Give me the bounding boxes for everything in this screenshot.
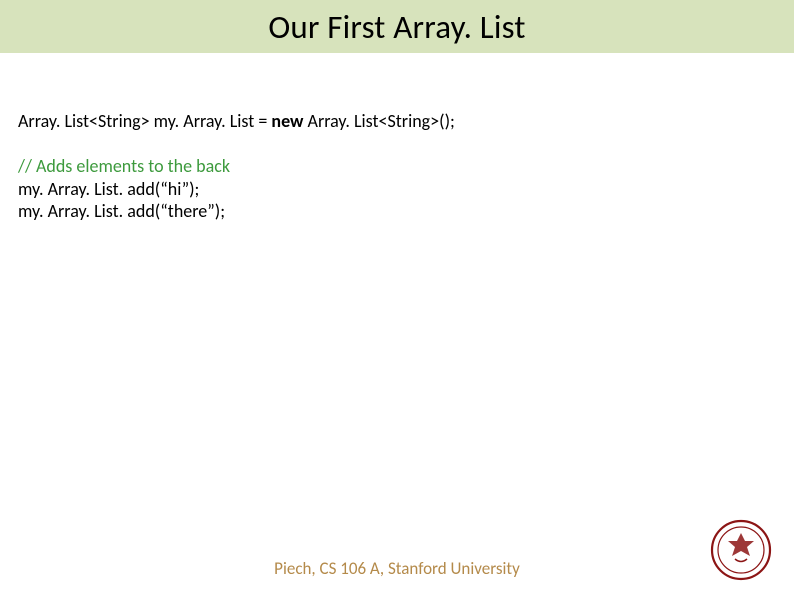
stanford-seal-icon	[710, 519, 772, 581]
keyword-new: new	[271, 110, 303, 132]
title-bar: Our First Array. List	[0, 0, 794, 53]
code-line-3: my. Array. List. add(“hi”);	[18, 178, 455, 201]
code-line-1: Array. List<String> my. Array. List = ne…	[18, 110, 455, 133]
code-comment: // Adds elements to the back	[18, 155, 455, 178]
code-text: Array. List<String>();	[303, 110, 454, 132]
slide-title: Our First Array. List	[268, 7, 525, 47]
code-text: Array. List<String> my. Array. List =	[18, 110, 271, 132]
code-line-4: my. Array. List. add(“there”);	[18, 200, 455, 223]
code-block: Array. List<String> my. Array. List = ne…	[18, 110, 455, 223]
footer-text: Piech, CS 106 A, Stanford University	[0, 558, 794, 579]
blank-line	[18, 133, 455, 156]
